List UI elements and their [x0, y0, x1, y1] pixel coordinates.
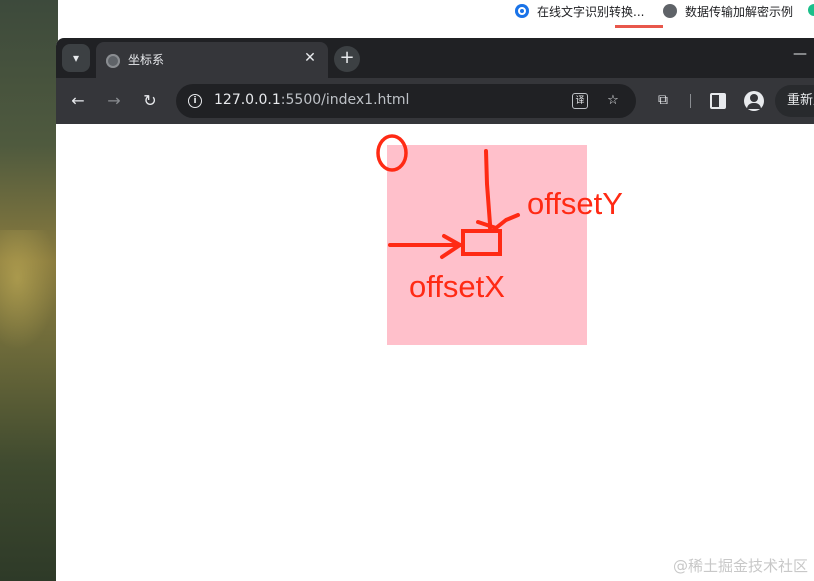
back-arrow-icon[interactable]: ←	[66, 89, 90, 113]
gear-icon	[515, 4, 529, 18]
extension-dot-icon	[808, 4, 814, 16]
address-bar[interactable]: i 127.0.0.1:5500/index1.html 译 ☆	[176, 84, 636, 118]
offset-y-pointer	[476, 213, 520, 230]
forward-arrow-icon[interactable]: →	[102, 89, 126, 113]
mouse-point-rectangle	[461, 229, 502, 256]
info-icon[interactable]: i	[188, 94, 202, 108]
url-host: 127.0.0.1	[214, 92, 281, 108]
profile-icon[interactable]	[744, 91, 764, 111]
active-indicator	[615, 25, 663, 28]
offset-y-line	[484, 149, 492, 230]
close-icon[interactable]: ✕	[302, 50, 318, 66]
translate-icon[interactable]: 译	[572, 93, 588, 109]
side-panel-icon[interactable]	[710, 93, 726, 109]
tab-coordinate-system[interactable]: 坐标系 ✕	[96, 42, 328, 78]
tab-search-button[interactable]: ▾	[62, 44, 90, 72]
watermark: @稀土掘金技术社区	[672, 557, 808, 575]
toolbar-separator	[690, 94, 691, 108]
chevron-down-icon: ▾	[72, 51, 80, 65]
bookmark-encryption-demo[interactable]: 数据传输加解密示例	[663, 0, 793, 22]
extensions-icon[interactable]: ⧉	[653, 90, 673, 110]
bookmark-ocr[interactable]: 在线文字识别转换...	[515, 0, 644, 22]
star-icon[interactable]: ☆	[604, 92, 622, 110]
bookmark-encryption-label: 数据传输加解密示例	[685, 4, 794, 19]
reload-icon[interactable]: ↻	[138, 89, 162, 113]
url-text[interactable]: 127.0.0.1:5500/index1.html	[214, 92, 409, 108]
offset-y-label: offsetY	[527, 186, 623, 221]
globe-icon	[106, 54, 120, 68]
offset-x-label: offsetX	[409, 269, 505, 304]
tab-title: 坐标系	[128, 53, 165, 67]
page-viewport: offsetY offsetX	[56, 124, 814, 581]
new-tab-button[interactable]: +	[334, 46, 360, 72]
relaunch-button[interactable]: 重新启动	[775, 85, 814, 117]
desktop-wallpaper	[0, 0, 58, 581]
url-path: :5500/index1.html	[280, 92, 410, 108]
tab-bar: ▾ 坐标系 ✕ + —	[56, 38, 814, 78]
background-window-bookmarks: 在线文字识别转换... 数据传输加解密示例	[503, 0, 814, 39]
annotation-layer	[376, 134, 520, 259]
globe-icon	[663, 4, 677, 18]
minimize-button[interactable]: —	[790, 44, 810, 64]
browser-window: ▾ 坐标系 ✕ + — ← → ↻ i 127.0.0.1:5500/index…	[56, 38, 814, 581]
browser-toolbar: ← → ↻ i 127.0.0.1:5500/index1.html 译 ☆ ⧉…	[56, 78, 814, 124]
bookmark-ocr-label: 在线文字识别转换...	[537, 4, 645, 19]
origin-circle-annotation	[376, 134, 408, 172]
